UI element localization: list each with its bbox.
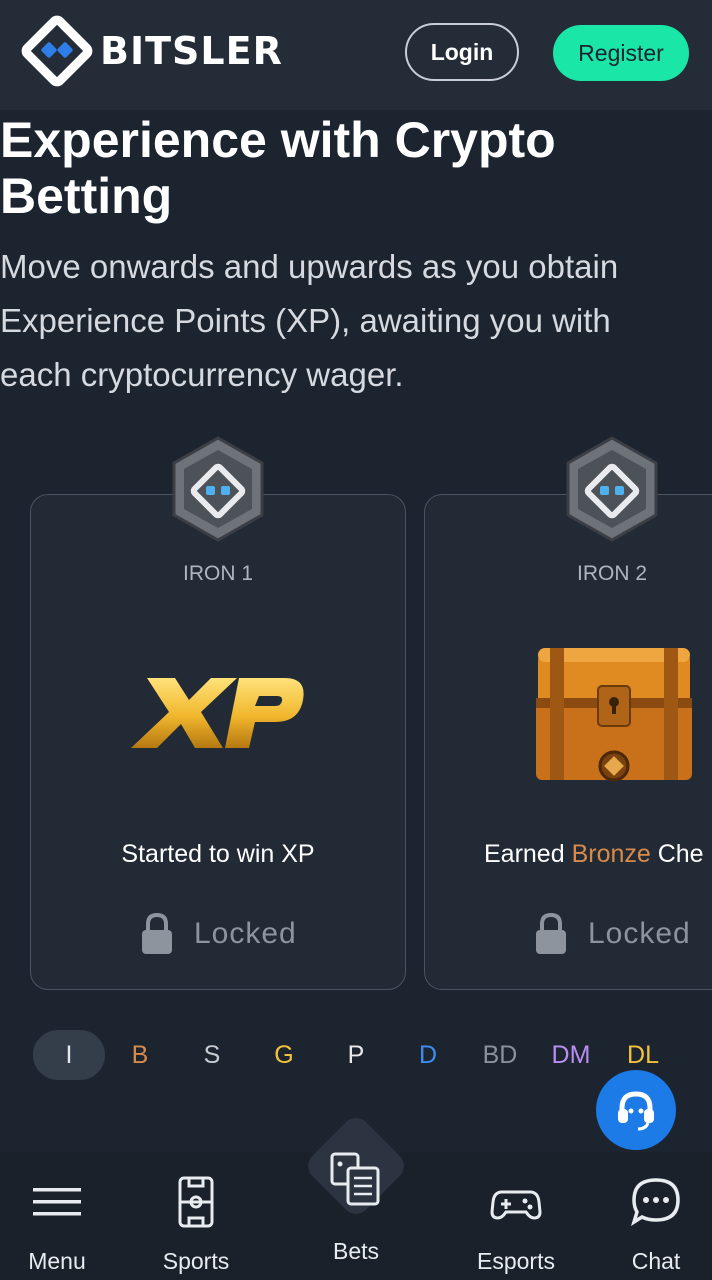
page-title: Experience with Crypto Betting xyxy=(0,112,556,224)
nav-chat[interactable]: Chat xyxy=(614,1152,698,1280)
headset-icon xyxy=(618,1091,654,1131)
bitsler-logo-icon xyxy=(21,15,93,87)
bitsler-logo[interactable]: BITSLER xyxy=(20,14,283,88)
lock-icon xyxy=(142,912,172,954)
support-button[interactable] xyxy=(596,1070,676,1150)
card-rank-label: IRON 1 xyxy=(182,562,253,585)
reward-highlight: Bronze xyxy=(571,840,651,868)
card-status-label: Locked xyxy=(194,917,297,950)
tier-selector: I B S G P D BD DM DL xyxy=(0,1030,712,1080)
tier-tab-bd[interactable]: BD xyxy=(464,1030,536,1080)
bet-slip-icon xyxy=(330,1152,380,1206)
register-button[interactable]: Register xyxy=(553,25,689,81)
hamburger-menu-icon xyxy=(33,1188,81,1216)
reward-prefix: Earned xyxy=(484,840,572,868)
treasure-chest-icon xyxy=(536,648,692,782)
nav-sports[interactable]: Sports xyxy=(150,1152,242,1280)
card-status: Locked xyxy=(140,912,297,956)
nav-menu-label: Menu xyxy=(28,1248,86,1274)
iron-badge-icon xyxy=(172,436,264,542)
tier-tab-iron[interactable]: I xyxy=(33,1030,105,1080)
tier-tab-gold[interactable]: G xyxy=(248,1030,320,1080)
page-description: Move onwards and upwards as you obtain E… xyxy=(0,248,619,393)
sports-field-icon xyxy=(178,1176,214,1228)
top-header: BITSLER Login Register xyxy=(0,0,712,110)
iron-badge-icon xyxy=(566,436,658,542)
login-button[interactable]: Login xyxy=(405,23,519,81)
nav-esports[interactable]: Esports xyxy=(466,1152,566,1280)
card-rank-label: IRON 2 xyxy=(576,562,647,585)
tier-tab-silver[interactable]: S xyxy=(176,1030,248,1080)
reward-suffix: Che xyxy=(650,840,704,868)
nav-menu[interactable]: Menu xyxy=(14,1152,100,1280)
card-status-label: Locked xyxy=(588,917,691,950)
gamepad-icon xyxy=(490,1190,542,1220)
nav-bets-label: Bets xyxy=(332,1238,380,1264)
tier-tab-bronze[interactable]: B xyxy=(104,1030,176,1080)
tier-tab-diamond[interactable]: D xyxy=(392,1030,464,1080)
tier-tab-platinum[interactable]: P xyxy=(320,1030,392,1080)
lock-icon xyxy=(536,912,566,954)
nav-sports-label: Sports xyxy=(162,1248,230,1274)
card-status: Locked xyxy=(534,912,691,956)
nav-esports-label: Esports xyxy=(477,1248,555,1274)
chat-bubble-icon xyxy=(630,1178,680,1226)
card-reward-text: Earned Bronze Che xyxy=(484,840,704,869)
xp-logo-icon xyxy=(131,678,304,748)
brand-name: BITSLER xyxy=(100,29,283,73)
nav-chat-label: Chat xyxy=(631,1248,681,1274)
card-reward-text: Started to win XP xyxy=(121,840,315,868)
tier-tab-dm[interactable]: DM xyxy=(535,1030,607,1080)
